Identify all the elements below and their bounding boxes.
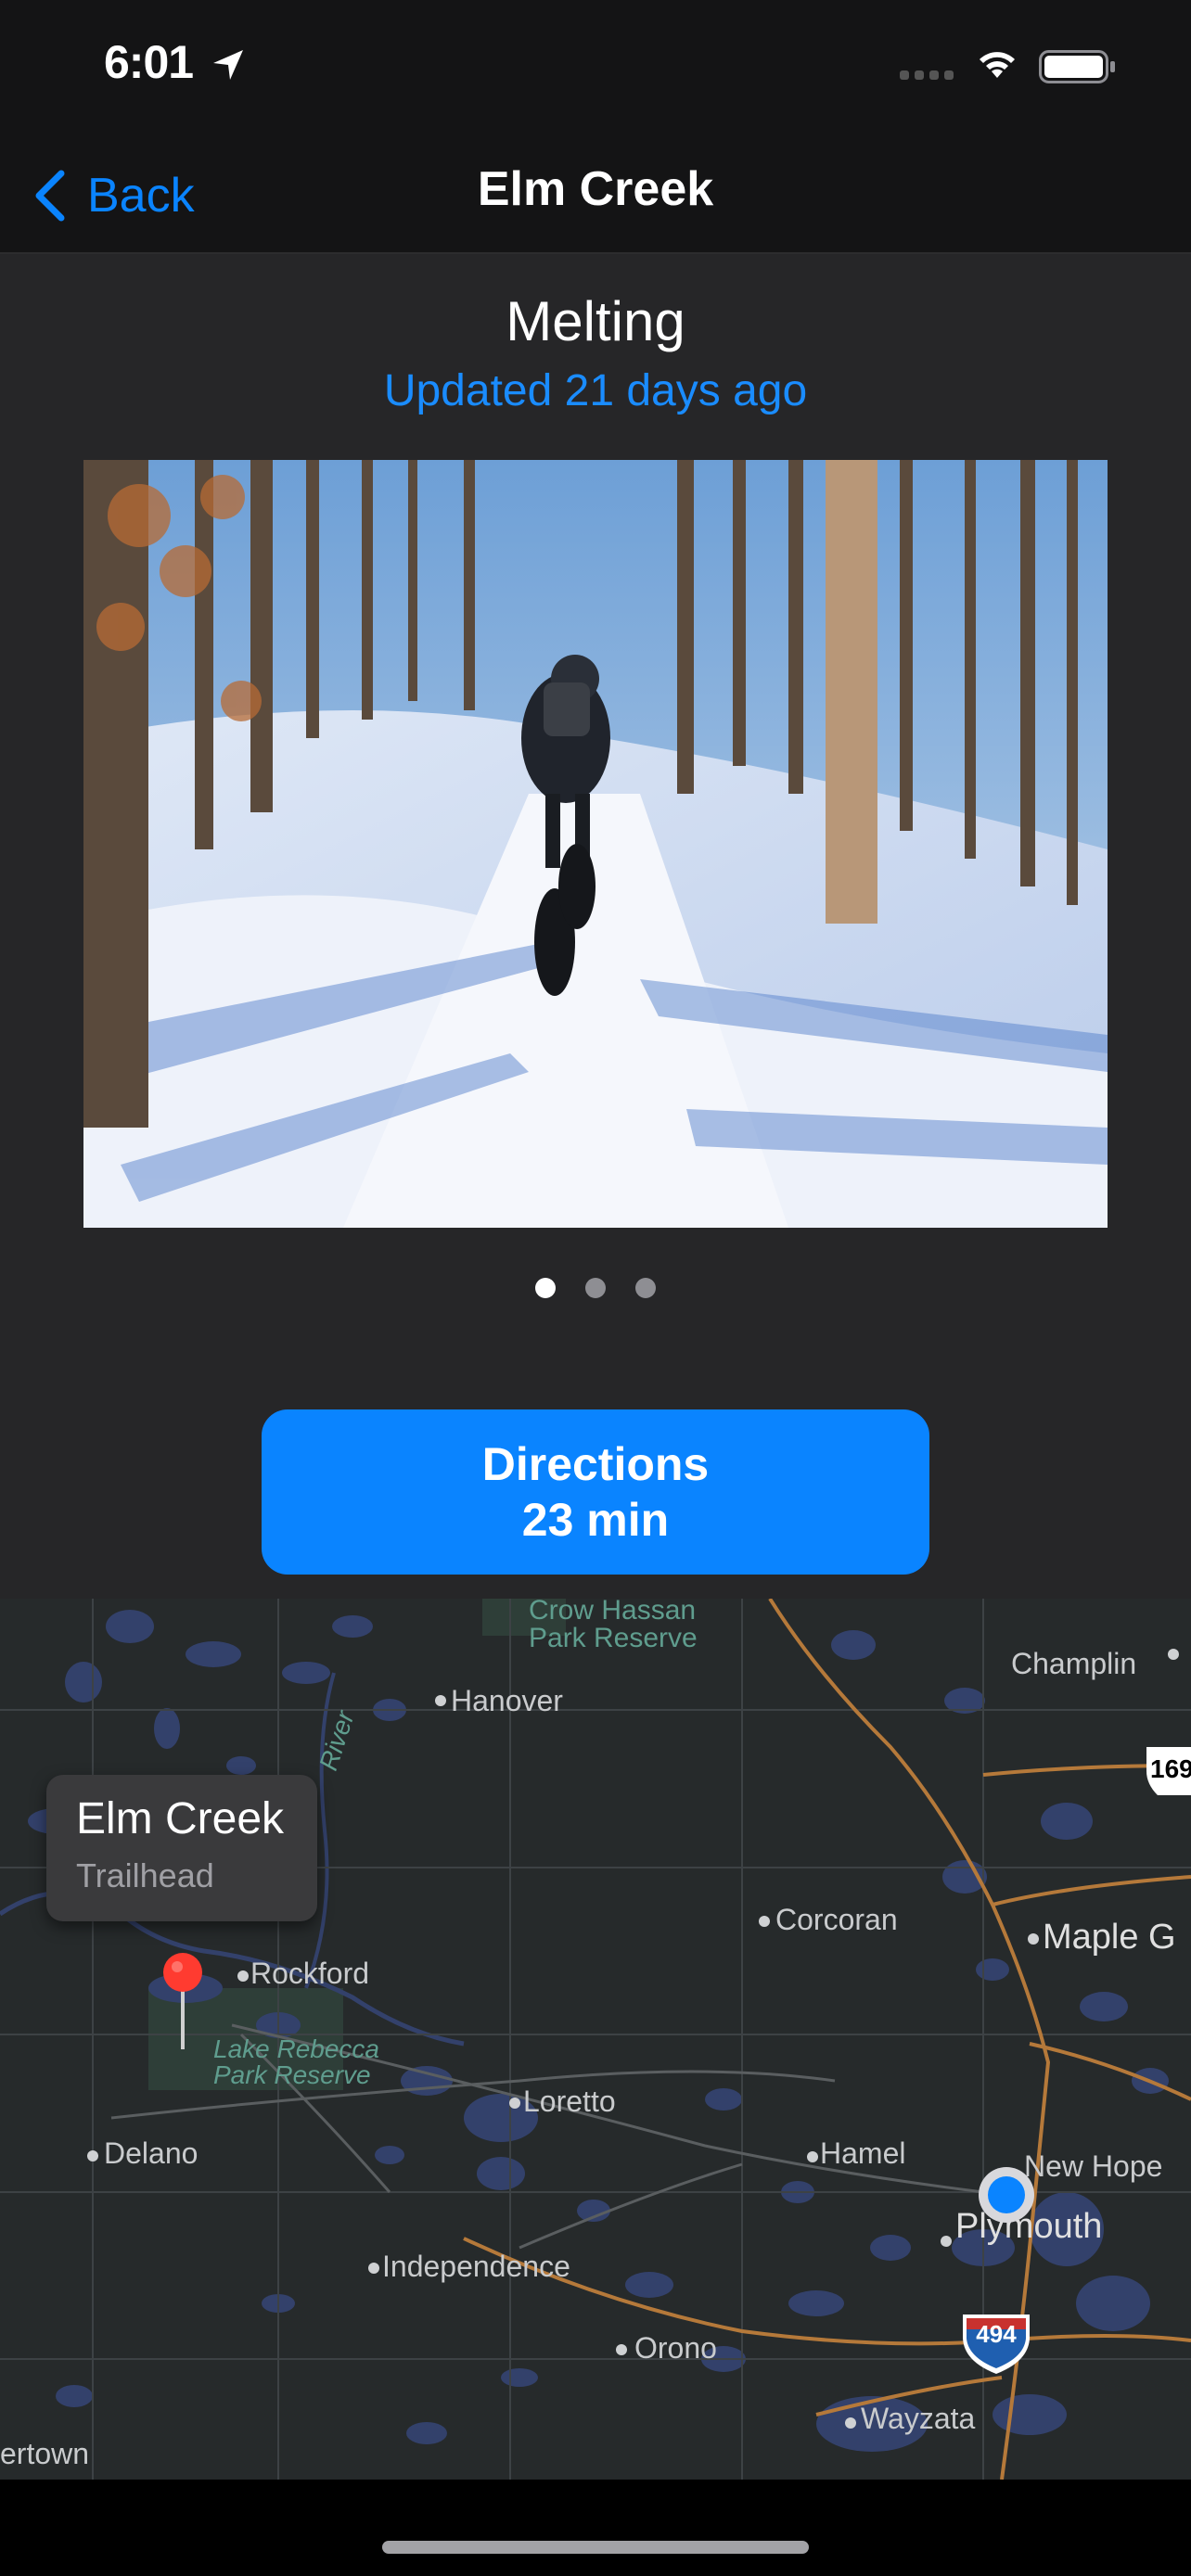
map-label-hanover: Hanover (451, 1684, 563, 1717)
map-label-champlin: Champlin (1011, 1647, 1137, 1680)
updated-timestamp: Updated 21 days ago (383, 366, 808, 415)
directions-time: 23 min (521, 1494, 670, 1546)
page-title: Elm Creek (477, 162, 714, 216)
directions-button[interactable]: Directions 23 min (262, 1409, 929, 1575)
map-label-crow-hassan-reserve: Park Reserve (529, 1623, 698, 1653)
map-view[interactable]: Crow Hassan Park Reserve Hanover Champli… (0, 1599, 1191, 2480)
map-label-lake-rebecca: Lake Rebecca (213, 2034, 380, 2063)
battery-icon (1039, 50, 1115, 83)
map-label-new-hope: New Hope (1024, 2149, 1163, 2183)
wifi-icon (980, 52, 1015, 78)
map-label-independence: Independence (382, 2250, 570, 2283)
trail-detail: Melting Updated 21 days ago Directions 2… (0, 254, 1191, 1599)
trailhead-callout[interactable]: Elm Creek Trailhead (46, 1775, 317, 1921)
user-location-icon (979, 2167, 1034, 2223)
page-dot[interactable] (535, 1278, 556, 1298)
directions-label: Directions (481, 1438, 710, 1490)
photo-page-indicator[interactable] (0, 1278, 1191, 1298)
trail-photo-image (83, 460, 1108, 1228)
map-label-wayzata: Wayzata (861, 2402, 976, 2435)
home-indicator[interactable] (382, 2541, 809, 2554)
cellular-signal-icon (900, 70, 954, 80)
status-time: 6:01 (104, 36, 194, 88)
map-label-delano: Delano (104, 2136, 198, 2170)
map-label-hamel: Hamel (820, 2136, 906, 2170)
callout-subtitle: Trailhead (76, 1856, 214, 1894)
i-494-label: 494 (976, 2320, 1017, 2348)
trail-photo[interactable] (83, 460, 1108, 1228)
map-label-loretto: Loretto (523, 2085, 616, 2118)
page-dot[interactable] (635, 1278, 656, 1298)
trail-condition: Melting (506, 290, 685, 352)
map-label-lake-rebecca-reserve: Park Reserve (213, 2060, 371, 2089)
us-169-label: 169 (1150, 1754, 1191, 1783)
map-pin-icon[interactable] (161, 1951, 204, 2053)
map-label-maple-grove: Maple G (1043, 1918, 1176, 1957)
location-arrow-icon (213, 50, 243, 80)
map-label-orono: Orono (634, 2331, 717, 2365)
map-label-crow-hassan: Crow Hassan (529, 1599, 697, 1626)
map-label-corcoran: Corcoran (775, 1903, 898, 1936)
page-dot[interactable] (585, 1278, 606, 1298)
map-label-watertown: ertown (0, 2437, 90, 2470)
navigation-bar: Back Elm Creek (0, 139, 1191, 254)
map-label-rockford: Rockford (250, 1957, 370, 1990)
home-indicator-area (0, 2480, 1191, 2576)
status-bar: 6:01 (0, 0, 1191, 139)
callout-title: Elm Creek (76, 1794, 285, 1843)
